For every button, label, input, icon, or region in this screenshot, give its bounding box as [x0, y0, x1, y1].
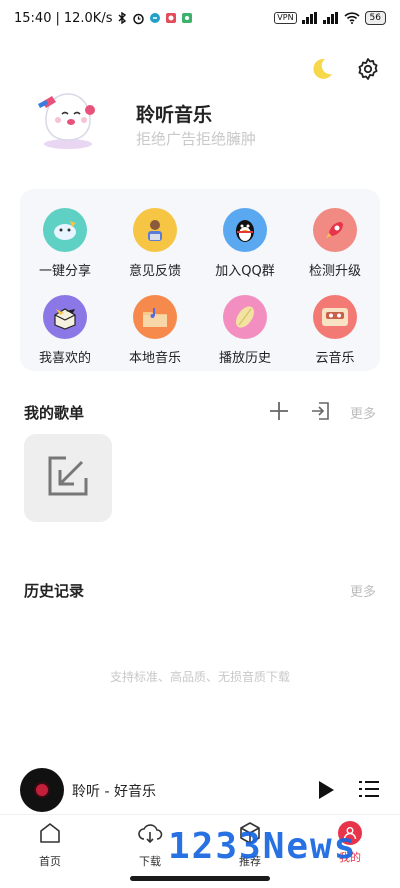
playlists-title: 我的歌单	[24, 404, 85, 422]
avatar[interactable]	[32, 84, 104, 152]
share-cloud-icon	[43, 208, 87, 252]
nav-home[interactable]: 首页	[20, 821, 80, 869]
weibo-notification-icon	[165, 12, 177, 24]
now-playing-title: 聆听 - 好音乐	[72, 784, 156, 800]
bluetooth-off-icon	[116, 12, 128, 24]
app-slogan: 拒绝广告拒绝臃肿	[136, 130, 257, 148]
feedback-button[interactable]: 意见反馈	[110, 208, 200, 288]
mini-player[interactable]: 聆听 - 好音乐	[0, 766, 400, 814]
wechat-notification-icon	[181, 12, 193, 24]
vpn-badge: VPN	[274, 12, 297, 24]
cloud-music-button[interactable]: 云音乐	[290, 295, 380, 375]
playlist-queue-icon[interactable]	[358, 778, 380, 804]
home-icon	[38, 821, 62, 849]
wifi-icon	[343, 12, 360, 24]
add-playlist-plus-icon[interactable]	[268, 400, 290, 426]
join-qq-group-button[interactable]: 加入QQ群	[200, 208, 290, 288]
home-indicator	[130, 876, 270, 881]
signal-icon-2	[322, 12, 339, 24]
history-title: 历史记录	[24, 582, 85, 600]
favorites-button[interactable]: 我喜欢的	[20, 295, 110, 375]
status-time: 15:40	[14, 10, 52, 26]
nav-download-label: 下载	[139, 855, 161, 868]
favorites-label: 我喜欢的	[38, 351, 91, 366]
local-music-button[interactable]: 本地音乐	[110, 295, 200, 375]
top-actions	[308, 56, 380, 86]
settings-gear-icon[interactable]	[356, 57, 380, 85]
share-button[interactable]: 一键分享	[20, 208, 110, 288]
qq-penguin-icon	[223, 208, 267, 252]
local-music-label: 本地音乐	[128, 351, 181, 366]
battery-level: 56	[364, 11, 386, 25]
share-label: 一键分享	[38, 264, 91, 279]
nav-home-label: 首页	[39, 855, 61, 868]
history-more-link[interactable]: 更多	[350, 581, 376, 600]
feature-grid: 一键分享 意见反馈 加入QQ群 检测升级 我喜欢的 本地音乐 播放历史 云音乐	[20, 189, 380, 371]
album-disc[interactable]	[20, 768, 64, 812]
status-bar: 15:40 | 12.0K/s VPN 56	[0, 0, 400, 36]
profile-header: 聆听音乐 拒绝广告拒绝臃肿	[32, 84, 372, 154]
feedback-label: 意见反馈	[128, 264, 181, 279]
history-empty-hint: 支持标准、高品质、无损音质下载	[109, 670, 290, 684]
alarm-icon	[132, 12, 145, 25]
cloud-download-icon	[137, 821, 163, 849]
play-history-button[interactable]: 播放历史	[200, 295, 290, 375]
import-playlist-icon[interactable]	[310, 400, 332, 426]
import-arrow-icon	[46, 454, 90, 502]
check-update-label: 检测升级	[308, 264, 361, 279]
watermark-logo: 1233News	[168, 826, 358, 867]
history-leaf-icon	[223, 295, 267, 339]
cloud-music-label: 云音乐	[315, 351, 355, 366]
network-speed: 12.0K/s	[63, 10, 113, 26]
rocket-icon	[313, 208, 357, 252]
folder-music-icon	[133, 295, 177, 339]
import-playlist-tile[interactable]	[24, 434, 112, 522]
check-update-button[interactable]: 检测升级	[290, 208, 380, 288]
signal-icon	[301, 12, 318, 24]
app-name: 聆听音乐	[136, 104, 213, 126]
cassette-icon	[313, 295, 357, 339]
play-history-label: 播放历史	[218, 351, 271, 366]
disc-label	[34, 782, 50, 798]
join-qq-group-label: 加入QQ群	[215, 264, 275, 279]
playlists-more-link[interactable]: 更多	[350, 403, 376, 422]
favorite-box-icon	[43, 295, 87, 339]
app-notification-icon	[149, 12, 161, 24]
feedback-person-icon	[133, 208, 177, 252]
night-mode-moon-icon[interactable]	[308, 56, 334, 86]
play-icon[interactable]	[316, 779, 336, 805]
